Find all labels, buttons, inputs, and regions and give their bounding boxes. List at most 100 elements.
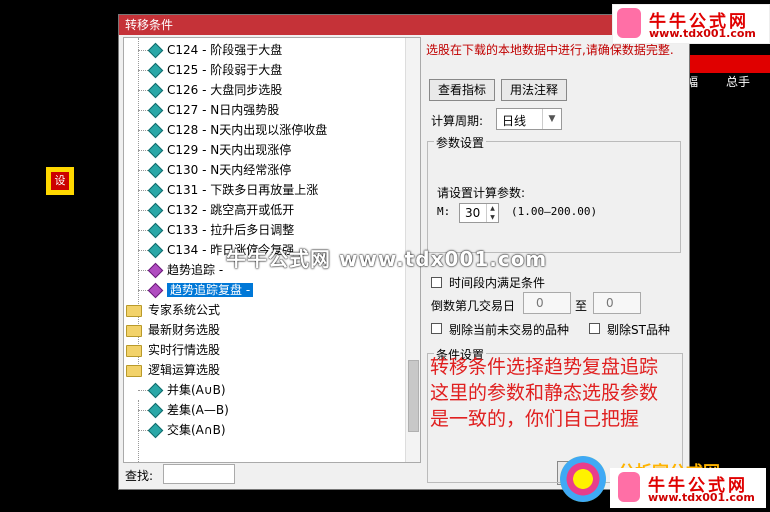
view-indicator-button[interactable]: 查看指标	[429, 79, 495, 101]
period-value: 日线	[502, 114, 527, 128]
tree-item-label: 趋势追踪复盘 -	[167, 283, 254, 297]
formula-icon	[147, 222, 164, 239]
formula-icon	[147, 82, 164, 99]
formula-icon	[147, 382, 164, 399]
stepper-arrows-icon[interactable]: ▲ ▼	[486, 204, 498, 222]
param-range: (1.00—200.00)	[511, 205, 598, 218]
tree-item-label: 实时行情选股	[148, 343, 221, 357]
tree-item-label: C129 - N天内出现涨停	[167, 143, 292, 157]
tree-item[interactable]: C131 - 下跌多日再放量上涨	[138, 180, 319, 200]
tree-item-label: 逻辑运算选股	[148, 363, 221, 377]
tree-item-label: C127 - N日内强势股	[167, 103, 280, 117]
param-stepper[interactable]: 30 ▲ ▼	[459, 203, 499, 223]
selected-marker[interactable]: 设	[46, 167, 74, 195]
tree-item[interactable]: C128 - N天内出现以涨停收盘	[138, 120, 327, 140]
tree-item[interactable]: C127 - N日内强势股	[138, 100, 280, 120]
tree-item-label: C125 - 阶段弱于大盘	[167, 63, 283, 77]
formula-icon	[147, 182, 164, 199]
time-range-checkbox[interactable]	[431, 277, 442, 288]
params-group-title: 参数设置	[434, 134, 487, 151]
formula-icon	[147, 102, 164, 119]
tree-item[interactable]: 趋势追踪 -	[138, 260, 224, 280]
tree-folder[interactable]: 专家系统公式	[126, 300, 220, 320]
watermark: 牛牛公式网 www.tdx001.com	[226, 247, 548, 271]
tree-item[interactable]: C132 - 跳空高开或低开	[138, 200, 295, 220]
param-name: M:	[437, 205, 451, 218]
tree-item-label: C131 - 下跌多日再放量上涨	[167, 183, 319, 197]
cow-logo-icon	[617, 8, 641, 38]
to-day-input[interactable]: 0	[593, 292, 641, 314]
tree-folder[interactable]: 实时行情选股	[126, 340, 220, 360]
exclude-st-label: 剔除ST品种	[607, 323, 670, 337]
tree-item-label: 趋势追踪 -	[167, 263, 224, 277]
logo-top: 牛牛公式网 www.tdx001.com	[612, 4, 770, 44]
exclude-suspended-checkbox[interactable]	[431, 323, 442, 334]
params-prompt: 请设置计算参数:	[437, 186, 526, 200]
chevron-down-icon[interactable]: ▼	[542, 109, 561, 129]
from-day-label: 倒数第几交易日	[431, 299, 516, 313]
time-range-label: 时间段内满足条件	[449, 276, 546, 290]
tree-item-label: 差集(A—B)	[167, 403, 229, 417]
tree-item-label: 交集(A∩B)	[167, 423, 226, 437]
to-label: 至	[575, 299, 588, 313]
formula-icon	[147, 242, 164, 259]
tree-item[interactable]: C124 - 阶段强于大盘	[138, 40, 283, 60]
logo-url: www.tdx001.com	[649, 27, 756, 40]
tree-item[interactable]: 交集(A∩B)	[138, 420, 226, 440]
folder-icon	[126, 324, 142, 337]
tree-item-label: 专家系统公式	[148, 303, 221, 317]
exclude-st-checkbox[interactable]	[589, 323, 600, 334]
tree-item-label: C124 - 阶段强于大盘	[167, 43, 283, 57]
exclude-suspended-label: 剔除当前未交易的品种	[449, 323, 570, 337]
column-header-volume: 总手	[726, 75, 751, 89]
search-input[interactable]	[163, 464, 235, 484]
formula-icon	[147, 402, 164, 419]
formula-icon	[147, 122, 164, 139]
background-red-bar	[690, 55, 770, 73]
tree-item[interactable]: C130 - N天内经常涨停	[138, 160, 292, 180]
tree-folder[interactable]: 逻辑运算选股	[126, 360, 220, 380]
annotation-line: 这里的参数和静态选股参数	[430, 382, 659, 404]
search-label: 查找:	[125, 469, 154, 483]
tree-item-label: 并集(A∪B)	[167, 383, 226, 397]
formula-icon	[147, 202, 164, 219]
logo-panel: 牛牛公式网 www.tdx001.com	[610, 468, 766, 508]
tree-item[interactable]: C126 - 大盘同步选股	[138, 80, 283, 100]
annotation-line: 转移条件选择趋势复盘追踪	[430, 356, 659, 378]
background-area	[0, 0, 118, 512]
param-value: 30	[465, 206, 481, 220]
folder-icon	[126, 364, 142, 377]
tree-item[interactable]: 并集(A∪B)	[138, 380, 226, 400]
formula-icon	[147, 282, 164, 299]
formula-icon	[147, 162, 164, 179]
folder-icon	[126, 304, 142, 317]
scrollbar-thumb[interactable]	[408, 360, 419, 432]
marker-label: 设	[51, 172, 69, 190]
tree-item-label: C130 - N天内经常涨停	[167, 163, 292, 177]
formula-icon	[147, 422, 164, 439]
flower-logo-icon	[560, 456, 606, 502]
tree-item[interactable]: 趋势追踪复盘 -	[138, 280, 254, 300]
period-select[interactable]: 日线 ▼	[496, 108, 562, 130]
tree-item[interactable]: C125 - 阶段弱于大盘	[138, 60, 283, 80]
logo-bottom: 分析家公式网 牛牛公式网 www.tdx001.com	[558, 452, 766, 510]
from-day-input[interactable]: 0	[523, 292, 571, 314]
tree-item-label: C126 - 大盘同步选股	[167, 83, 283, 97]
tree-item[interactable]: C129 - N天内出现涨停	[138, 140, 292, 160]
from-day-value: 0	[536, 296, 544, 310]
dialog-title: 转移条件	[119, 15, 689, 35]
cow-logo-icon	[618, 472, 640, 502]
annotation-text: 转移条件选择趋势复盘追踪 这里的参数和静态选股参数 是一致的，你们自己把握	[430, 354, 658, 432]
annotation-line: 是一致的，你们自己把握	[430, 408, 640, 430]
tree-item[interactable]: 差集(A—B)	[138, 400, 229, 420]
logo-url: www.tdx001.com	[648, 491, 755, 504]
tree-item-label: 最新财务选股	[148, 323, 221, 337]
folder-icon	[126, 344, 142, 357]
tree-item[interactable]: C133 - 拉升后多日调整	[138, 220, 294, 240]
period-label: 计算周期:	[431, 114, 484, 128]
formula-icon	[147, 42, 164, 59]
tree-item-label: C132 - 跳空高开或低开	[167, 203, 295, 217]
to-day-value: 0	[606, 296, 614, 310]
tree-folder[interactable]: 最新财务选股	[126, 320, 220, 340]
usage-notes-button[interactable]: 用法注释	[501, 79, 567, 101]
